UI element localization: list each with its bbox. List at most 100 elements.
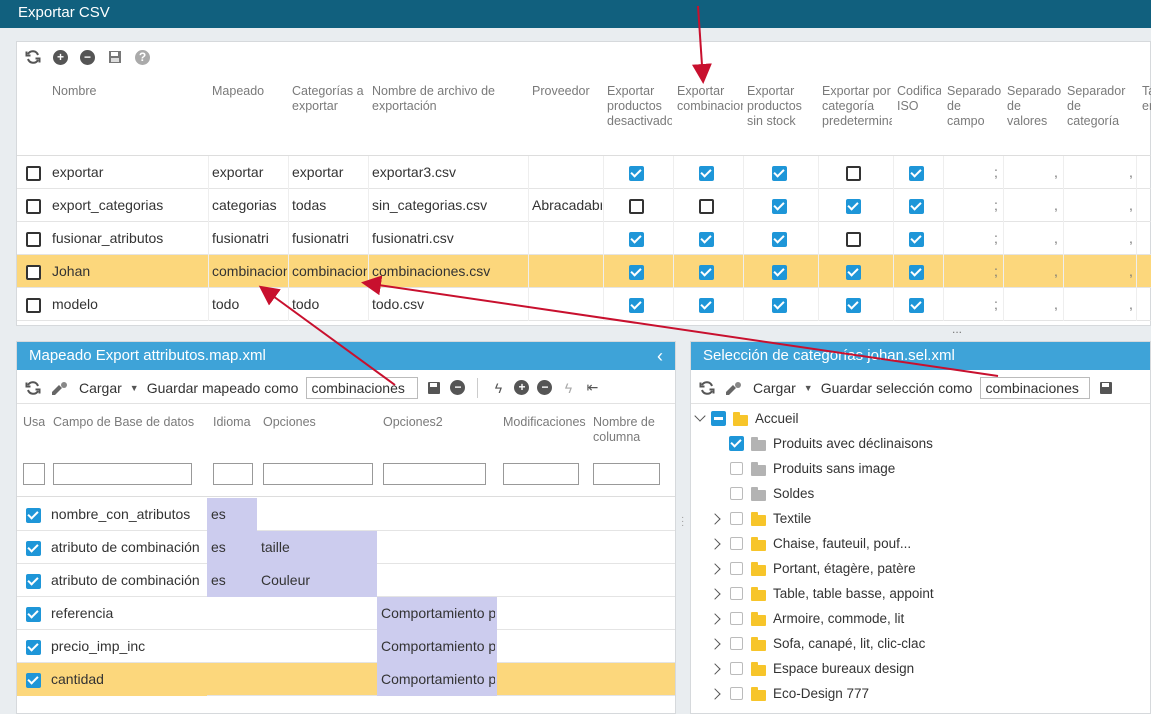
filter-idioma[interactable] (213, 463, 253, 485)
collapse-icon[interactable]: ‹ (657, 342, 663, 370)
row-checkbox[interactable] (26, 189, 41, 222)
row-flag-checkbox[interactable] (699, 189, 714, 222)
load-button[interactable]: Cargar (79, 380, 122, 396)
table-row[interactable]: Johan combinaciones combinaciones combinaci… (17, 255, 1151, 288)
lightning-icon[interactable]: ϟ (490, 380, 506, 396)
filter-campo[interactable] (53, 463, 192, 485)
remove-icon[interactable]: − (450, 380, 466, 395)
table-row[interactable]: export_categorias categorias todas sin_cate… (17, 189, 1151, 222)
more-indicator[interactable]: ... (952, 322, 962, 336)
exit-icon[interactable]: ⇤ (584, 379, 600, 396)
row-flag-checkbox[interactable] (629, 222, 644, 255)
add-icon[interactable]: + (53, 49, 68, 65)
load-icon[interactable] (723, 380, 745, 396)
col-desactivados[interactable]: Exportar productos desactivados (607, 84, 672, 129)
tree-node[interactable]: Sofa, canapé, lit, clic-clac (691, 631, 1150, 656)
tree-checkbox[interactable] (711, 411, 726, 426)
chevron-right-icon[interactable] (709, 613, 721, 625)
refresh-icon[interactable] (699, 380, 715, 396)
chevron-right-icon[interactable] (709, 688, 721, 700)
mapping-row[interactable]: referencia Comportamiento p (17, 597, 675, 630)
col-usa[interactable]: Usa (23, 415, 45, 430)
mapping-row[interactable]: atributo de combinación es taille (17, 531, 675, 564)
cell-opciones2[interactable] (381, 564, 495, 597)
row-flag-checkbox[interactable] (772, 222, 787, 255)
tree-node[interactable]: Armoire, commode, lit (691, 606, 1150, 631)
row-flag-checkbox[interactable] (846, 156, 861, 189)
refresh-icon[interactable] (25, 380, 41, 396)
cell-idioma[interactable] (211, 663, 255, 696)
chevron-down-icon[interactable] (694, 410, 706, 422)
tree-checkbox[interactable] (730, 587, 743, 600)
row-flag-checkbox[interactable] (699, 255, 714, 288)
cell-opciones[interactable] (261, 597, 375, 630)
refresh-icon[interactable] (25, 49, 41, 65)
lightning-off-icon[interactable]: ϟ (560, 380, 576, 396)
col-sep-valores[interactable]: Separador de valores (1007, 84, 1062, 129)
col-mapeado[interactable]: Mapeado (212, 84, 282, 99)
row-flag-checkbox[interactable] (772, 255, 787, 288)
col-proveedor[interactable]: Proveedor (532, 84, 602, 99)
use-checkbox[interactable] (26, 630, 41, 663)
mapping-row[interactable]: atributo de combinación es Couleur (17, 564, 675, 597)
filter-opciones2[interactable] (383, 463, 486, 485)
tree-node[interactable]: Textile (691, 506, 1150, 531)
tree-node[interactable]: Eco-Design 777 (691, 681, 1150, 706)
table-row[interactable]: fusionar_atributos fusionatri fusionatri fu… (17, 222, 1151, 255)
row-flag-checkbox[interactable] (699, 222, 714, 255)
row-flag-checkbox[interactable] (846, 255, 861, 288)
save-icon[interactable] (107, 49, 123, 65)
col-sep-categoria[interactable]: Separador de categoría (1067, 84, 1133, 129)
row-flag-checkbox[interactable] (772, 156, 787, 189)
row-checkbox[interactable] (26, 288, 41, 321)
tree-checkbox[interactable] (730, 687, 743, 700)
tree-node[interactable]: Espace bureaux design (691, 656, 1150, 681)
col-combinaciones[interactable]: Exportar combinaciones (677, 84, 743, 114)
load-button[interactable]: Cargar (753, 380, 796, 396)
use-checkbox[interactable] (26, 597, 41, 630)
load-dropdown-icon[interactable]: ▼ (804, 383, 813, 393)
remove-field-icon[interactable]: − (537, 380, 553, 395)
table-row[interactable]: modelo todo todo todo.csv;,, (17, 288, 1151, 321)
cell-idioma[interactable]: es (211, 531, 255, 564)
selection-name-input[interactable]: combinaciones (980, 376, 1091, 399)
row-checkbox[interactable] (26, 156, 41, 189)
row-flag-checkbox[interactable] (909, 222, 924, 255)
save-icon[interactable] (426, 380, 442, 396)
tree-node[interactable]: Produits sans image (691, 456, 1150, 481)
row-flag-checkbox[interactable] (846, 222, 861, 255)
tree-node[interactable]: Soldes (691, 481, 1150, 506)
row-flag-checkbox[interactable] (699, 156, 714, 189)
tree-checkbox[interactable] (730, 612, 743, 625)
chevron-right-icon[interactable] (709, 588, 721, 600)
cell-opciones2[interactable]: Comportamiento p (381, 663, 495, 696)
splitter-handle[interactable]: · · · (681, 513, 684, 531)
row-checkbox[interactable] (26, 222, 41, 255)
help-icon[interactable]: ? (135, 49, 150, 65)
col-codificacion[interactable]: Codificación ISO (897, 84, 941, 114)
cell-opciones2[interactable] (381, 498, 495, 531)
row-flag-checkbox[interactable] (772, 288, 787, 321)
use-checkbox[interactable] (26, 564, 41, 597)
tree-node[interactable]: Produits avec déclinaisons (691, 431, 1150, 456)
cell-idioma[interactable] (211, 630, 255, 663)
tree-checkbox[interactable] (729, 436, 744, 451)
cell-idioma[interactable] (211, 597, 255, 630)
col-categorias[interactable]: Categorías a exportar (292, 84, 364, 114)
tree-node[interactable]: Portant, étagère, patère (691, 556, 1150, 581)
row-flag-checkbox[interactable] (909, 156, 924, 189)
col-nombre-columna[interactable]: Nombre de columna (593, 415, 663, 445)
mapping-row[interactable]: cantidad Comportamiento p (17, 663, 675, 696)
col-modificaciones[interactable]: Modificaciones (503, 415, 589, 430)
col-nombre[interactable]: Nombre (52, 84, 202, 99)
mapping-row[interactable]: nombre_con_atributos es (17, 498, 675, 531)
tree-checkbox[interactable] (730, 637, 743, 650)
tree-checkbox[interactable] (730, 537, 743, 550)
tree-node[interactable]: Table, table basse, appoint (691, 581, 1150, 606)
load-icon[interactable] (49, 380, 71, 396)
row-flag-checkbox[interactable] (699, 288, 714, 321)
tree-checkbox[interactable] (730, 662, 743, 675)
row-flag-checkbox[interactable] (846, 189, 861, 222)
cell-opciones2[interactable] (381, 531, 495, 564)
mapping-row[interactable]: precio_imp_inc Comportamiento p (17, 630, 675, 663)
